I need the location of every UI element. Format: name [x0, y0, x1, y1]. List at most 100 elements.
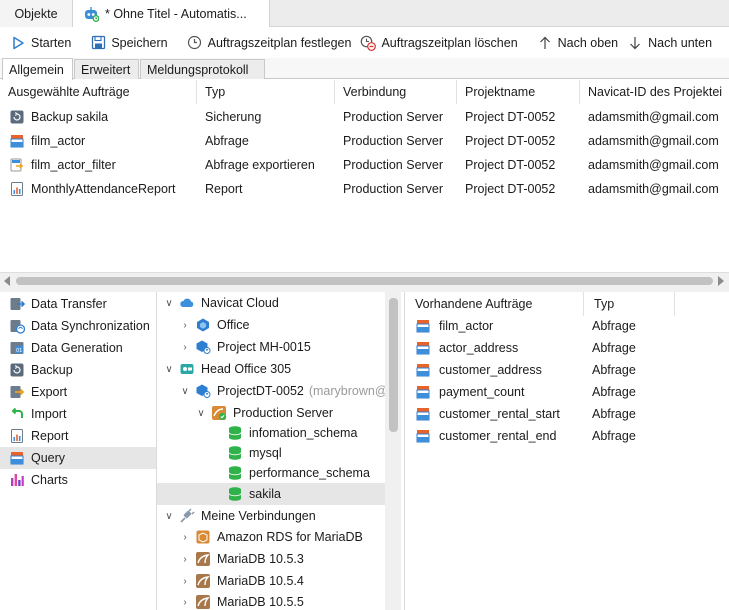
tree-node-navicat-cloud[interactable]: ∨ Navicat Cloud: [163, 292, 279, 314]
tree-node-db-sakila[interactable]: sakila: [227, 483, 281, 505]
available-jobs-table: Vorhandene Aufträge Typ film_actor Abfra…: [405, 292, 729, 610]
list-item[interactable]: film_actor Abfrage: [405, 315, 729, 337]
tree-node-db-information-schema[interactable]: infomation_schema: [227, 422, 357, 444]
selected-jobs-table: Ausgewählte Aufträge Typ Verbindung Proj…: [0, 80, 729, 270]
tree-node-db-mysql[interactable]: mysql: [227, 442, 282, 464]
column-header-label: Projektname: [465, 85, 536, 99]
delete-schedule-button[interactable]: Auftragszeitplan löschen: [356, 30, 521, 56]
tree-node-my-connections[interactable]: ∨ Meine Verbindungen: [163, 505, 316, 527]
available-job-name: customer_rental_start: [439, 407, 560, 421]
tab-objects[interactable]: Objekte: [0, 0, 73, 27]
column-header-connection[interactable]: Verbindung: [335, 80, 457, 104]
category-label: Report: [31, 429, 69, 443]
chevron-down-icon[interactable]: ∨: [163, 298, 175, 309]
category-data-generation[interactable]: 01 Data Generation: [0, 337, 156, 359]
data-transfer-icon: [9, 296, 25, 312]
tree-node-mariadb-3[interactable]: › MariaDB 10.5.5: [179, 591, 304, 610]
table-row[interactable]: film_actor Abfrage Production Server Pro…: [0, 129, 729, 153]
column-header-type[interactable]: Typ: [197, 80, 335, 104]
job-project: Project DT-0052: [465, 182, 556, 196]
job-connection: Production Server: [343, 158, 444, 172]
tab-general[interactable]: Allgemein: [2, 58, 73, 80]
column-header-label: Navicat-ID des Projektei: [588, 85, 723, 99]
category-backup[interactable]: Backup: [0, 359, 156, 381]
tree-node-project-dt[interactable]: ∨ ProjectDT-0052 (marybrown@: [179, 380, 388, 402]
tree-node-project-mh[interactable]: › Project MH-0015: [179, 336, 311, 358]
scroll-left-icon[interactable]: [4, 276, 10, 286]
chevron-right-icon[interactable]: ›: [179, 554, 191, 565]
job-connection: Production Server: [343, 134, 444, 148]
column-header-project-name[interactable]: Projektname: [457, 80, 580, 104]
horizontal-scrollbar-thumb[interactable]: [16, 277, 713, 285]
category-export[interactable]: Export: [0, 381, 156, 403]
move-down-label: Nach unten: [648, 35, 713, 50]
tree-node-label: ProjectDT-0052: [217, 384, 304, 398]
list-item[interactable]: actor_address Abfrage: [405, 337, 729, 359]
tab-message-log[interactable]: Meldungsprotokoll: [140, 59, 265, 79]
job-connection: Production Server: [343, 110, 444, 124]
chevron-right-icon[interactable]: ›: [179, 320, 191, 331]
chevron-down-icon[interactable]: ∨: [195, 408, 207, 419]
set-schedule-button[interactable]: Auftragszeitplan festlegen: [183, 30, 356, 56]
available-job-name: actor_address: [439, 341, 519, 355]
svg-text:01: 01: [16, 348, 22, 354]
tree-node-db-performance-schema[interactable]: performance_schema: [227, 462, 370, 484]
column-header-available-type[interactable]: Typ: [584, 292, 675, 316]
column-header-selected-jobs[interactable]: Ausgewählte Aufträge: [0, 80, 197, 104]
tree-node-label: Production Server: [233, 406, 334, 420]
table-row[interactable]: Backup sakila Sicherung Production Serve…: [0, 105, 729, 129]
chevron-right-icon[interactable]: ›: [179, 342, 191, 353]
category-data-transfer[interactable]: Data Transfer: [0, 293, 156, 315]
tree-vertical-scrollbar-thumb[interactable]: [389, 298, 398, 432]
move-down-button[interactable]: Nach unten: [623, 30, 716, 56]
move-up-button[interactable]: Nach oben: [533, 30, 622, 56]
tab-message-log-label: Meldungsprotokoll: [147, 62, 249, 77]
category-import[interactable]: Import: [0, 403, 156, 425]
category-charts[interactable]: Charts: [0, 469, 156, 491]
job-project: Project DT-0052: [465, 110, 556, 124]
chevron-right-icon[interactable]: ›: [179, 597, 191, 608]
tree-node-head-office[interactable]: ∨ Head Office 305: [163, 358, 291, 380]
chevron-down-icon[interactable]: ∨: [179, 386, 191, 397]
tree-node-mariadb-2[interactable]: › MariaDB 10.5.4: [179, 570, 304, 592]
chevron-right-icon[interactable]: ›: [179, 576, 191, 587]
job-name: Backup sakila: [31, 110, 109, 124]
table-row[interactable]: film_actor_filter Abfrage exportieren Pr…: [0, 153, 729, 177]
category-query[interactable]: Query: [0, 447, 156, 469]
tab-advanced-label: Erweitert: [81, 62, 131, 77]
job-project: Project DT-0052: [465, 134, 556, 148]
category-report[interactable]: Report: [0, 425, 156, 447]
tree-node-label: Meine Verbindungen: [201, 509, 316, 523]
job-type: Sicherung: [205, 110, 262, 124]
column-header-project-owner-id[interactable]: Navicat-ID des Projektei: [580, 80, 729, 104]
available-job-type: Abfrage: [592, 319, 636, 333]
list-item[interactable]: payment_count Abfrage: [405, 381, 729, 403]
start-button[interactable]: Starten: [6, 30, 75, 56]
table-row[interactable]: MonthlyAttendanceReport Report Productio…: [0, 177, 729, 201]
category-data-synchronization[interactable]: Data Synchronization: [0, 315, 156, 337]
chevron-right-icon[interactable]: ›: [179, 532, 191, 543]
tree-node-label: MariaDB 10.5.3: [217, 552, 304, 566]
tree-node-production-server[interactable]: ∨ Production Server: [195, 402, 333, 424]
cloud-server-icon: [179, 361, 195, 377]
tree-node-office[interactable]: › Office: [179, 314, 249, 336]
tab-untitled-automation[interactable]: * Ohne Titel - Automatis...: [73, 0, 270, 28]
list-item[interactable]: customer_rental_end Abfrage: [405, 425, 729, 447]
chevron-down-icon[interactable]: ∨: [163, 511, 175, 522]
cloud-icon: [179, 295, 195, 311]
tab-advanced[interactable]: Erweitert: [74, 59, 139, 79]
tab-general-label: Allgemein: [9, 62, 64, 77]
save-button[interactable]: Speichern: [86, 30, 171, 56]
scroll-right-icon[interactable]: [718, 276, 724, 286]
tree-node-amazon-rds[interactable]: › Amazon RDS for MariaDB: [179, 526, 363, 548]
list-item[interactable]: customer_address Abfrage: [405, 359, 729, 381]
tree-node-label: sakila: [249, 487, 281, 501]
tree-node-label: MariaDB 10.5.5: [217, 595, 304, 609]
column-header-available-jobs[interactable]: Vorhandene Aufträge: [405, 292, 584, 316]
available-job-type: Abfrage: [592, 341, 636, 355]
list-item[interactable]: customer_rental_start Abfrage: [405, 403, 729, 425]
tree-node-mariadb-1[interactable]: › MariaDB 10.5.3: [179, 548, 304, 570]
chevron-down-icon[interactable]: ∨: [163, 364, 175, 375]
category-label: Data Transfer: [31, 297, 107, 311]
save-label: Speichern: [111, 35, 168, 50]
